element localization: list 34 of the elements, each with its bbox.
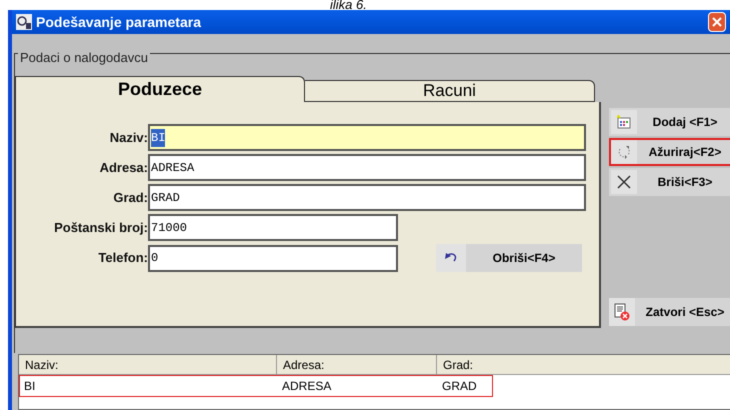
document-close-icon: [613, 303, 631, 321]
table-cell-text: BI: [23, 378, 36, 395]
close-button[interactable]: [708, 12, 726, 32]
table-cell-text: GRAD: [441, 378, 478, 395]
column-header[interactable]: Adresa:: [277, 355, 437, 374]
field-label: Adresa:: [98, 158, 148, 177]
table-row[interactable]: BI ADRESA GRAD: [19, 375, 493, 397]
close-dialog-button[interactable]: Zatvori <Esc>: [609, 298, 730, 326]
column-header[interactable]: Grad:: [437, 355, 730, 374]
text-field[interactable]: GRAD: [148, 184, 586, 211]
side-button[interactable]: Dodaj <F1>: [609, 108, 730, 136]
text-field[interactable]: ADRESA: [148, 154, 586, 181]
field-label: Naziv:: [108, 128, 148, 147]
grid-icon: [616, 114, 632, 130]
app-icon: [16, 14, 32, 30]
field-label: Grad:: [112, 188, 148, 207]
clear-button[interactable]: Obriši<F4>: [436, 244, 582, 272]
field-label: Poštanski broj:: [53, 218, 148, 237]
close-icon: [712, 17, 722, 27]
tab[interactable]: Poduzece: [15, 76, 305, 102]
window-title: Podešavanje parametara: [36, 12, 201, 32]
x-icon: [616, 174, 632, 190]
text-field[interactable]: BI: [148, 124, 586, 151]
undo-icon: [444, 252, 458, 264]
swap-icon: [616, 144, 632, 160]
group-title: Podaci o nalogodavcu: [18, 50, 150, 65]
column-header[interactable]: Naziv:: [19, 355, 277, 374]
side-button[interactable]: Ažuriraj<F2>: [609, 138, 730, 166]
field-label: Telefon:: [97, 249, 148, 268]
tab[interactable]: Racuni: [305, 80, 595, 102]
text-field[interactable]: 0: [148, 244, 398, 272]
table-cell-text: ADRESA: [281, 378, 332, 395]
text-field[interactable]: 71000: [148, 214, 398, 241]
side-button[interactable]: Briši<F3>: [609, 168, 730, 196]
